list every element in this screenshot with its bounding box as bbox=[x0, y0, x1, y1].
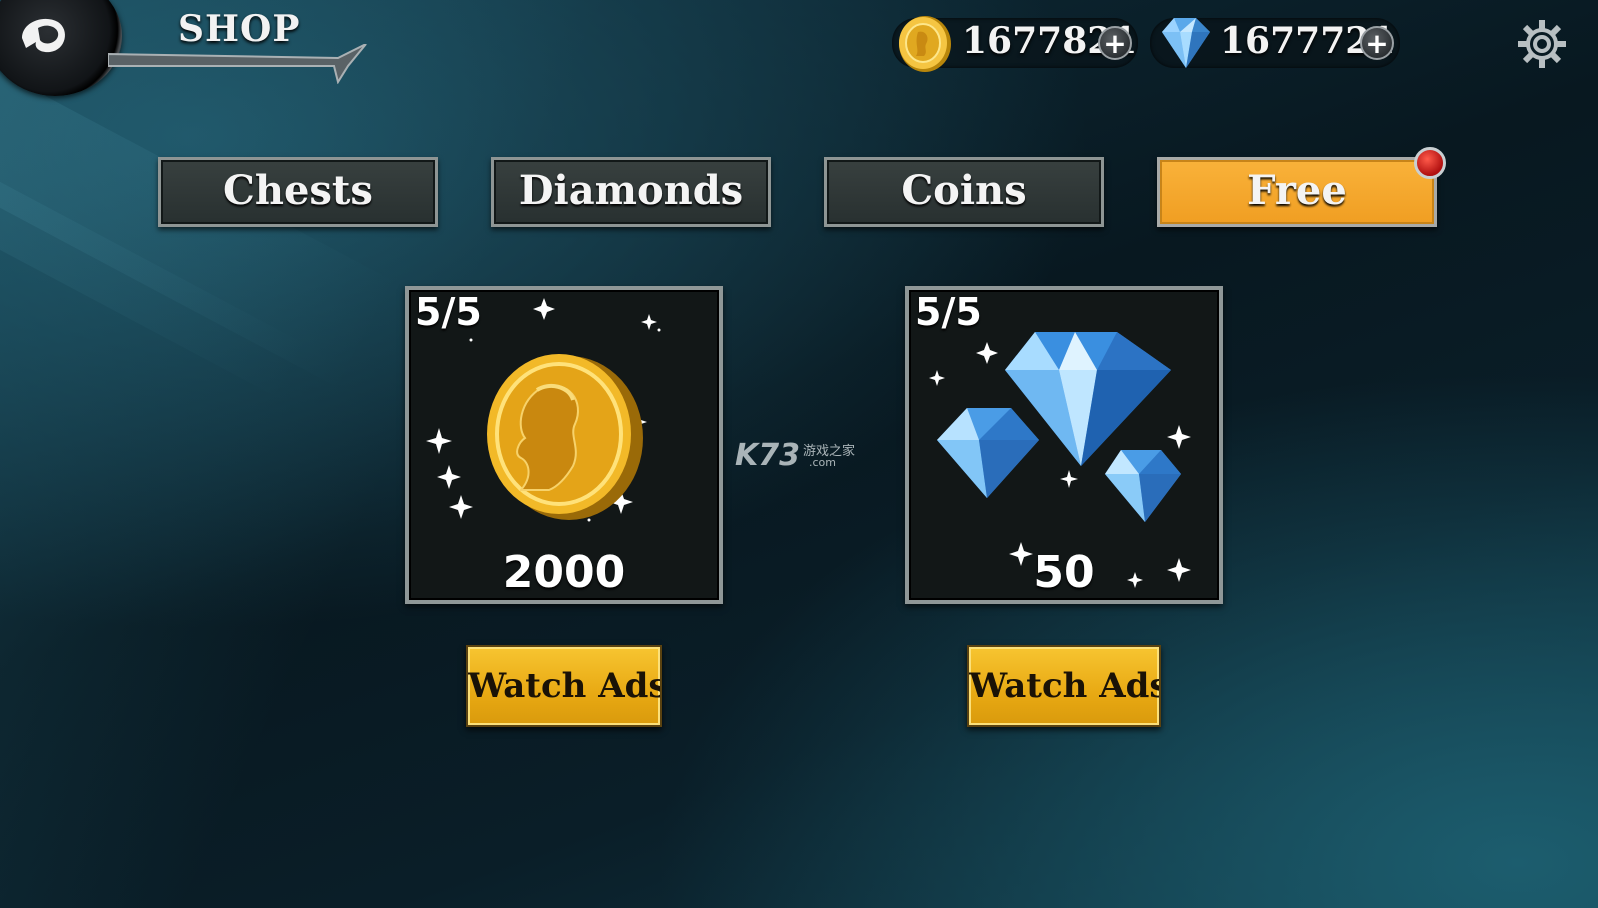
watch-ads-coins-button[interactable]: Watch Ads bbox=[466, 645, 662, 727]
watch-ads-diamonds-button[interactable]: Watch Ads bbox=[967, 645, 1161, 727]
tab-diamonds[interactable]: Diamonds bbox=[491, 157, 771, 227]
back-arrow-icon bbox=[22, 18, 65, 53]
watermark: K73 游戏之家 .com bbox=[735, 438, 855, 473]
title-blade-ornament bbox=[108, 44, 367, 84]
coin-icon bbox=[899, 16, 951, 72]
page-title: SHOP bbox=[178, 8, 301, 50]
tab-free[interactable]: Free bbox=[1157, 157, 1437, 227]
offer-amount: 50 bbox=[1033, 547, 1095, 598]
diamond-icon bbox=[1162, 18, 1210, 68]
diamond-balance: 1677721 + bbox=[1150, 18, 1400, 68]
add-coins-button[interactable]: + bbox=[1098, 26, 1132, 60]
add-diamonds-button[interactable]: + bbox=[1360, 26, 1394, 60]
coin-offer-card[interactable]: 5/5 2000 bbox=[405, 286, 723, 604]
gear-icon[interactable] bbox=[1514, 16, 1570, 72]
coin-balance: 1677821 + bbox=[892, 16, 1138, 72]
diamond-offer-card[interactable]: 5/5 50 bbox=[905, 286, 1223, 604]
offer-count: 5/5 bbox=[915, 290, 982, 334]
watermark-logo: K73 bbox=[735, 438, 800, 473]
back-button[interactable] bbox=[0, 0, 122, 96]
offer-count: 5/5 bbox=[415, 290, 482, 334]
watermark-domain: .com bbox=[809, 456, 836, 469]
notification-badge bbox=[1414, 147, 1446, 179]
tab-chests[interactable]: Chests bbox=[158, 157, 438, 227]
tab-coins[interactable]: Coins bbox=[824, 157, 1104, 227]
offer-amount: 2000 bbox=[502, 547, 626, 598]
